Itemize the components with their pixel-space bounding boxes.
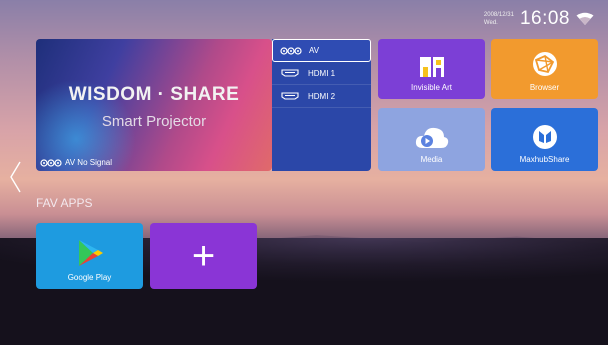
fav-apps-heading: FAV APPS [36, 196, 93, 210]
media-cloud-icon [415, 127, 448, 148]
source-preview-card[interactable]: WISDOM · SHARE Smart Projector AV No Sig… [36, 39, 272, 171]
chevron-left-icon[interactable] [8, 160, 22, 194]
signal-text: AV No Signal [65, 158, 112, 167]
av-icon [280, 46, 302, 55]
hdmi-icon [281, 69, 299, 77]
av-icon [40, 158, 62, 167]
date-block: 2008/12/31 Wed. [484, 11, 514, 27]
hdmi-icon [281, 92, 299, 100]
add-favorite-button[interactable]: + [150, 223, 257, 289]
input-source-list: AV HDMI 1 HDMI 2 [272, 39, 371, 171]
input-label: HDMI 1 [308, 68, 336, 78]
input-label: AV [309, 46, 320, 55]
status-bar: 2008/12/31 Wed. 16:08 [484, 8, 594, 30]
google-play-icon [78, 240, 103, 266]
maxhubshare-icon [532, 125, 557, 149]
invisible-art-icon [419, 57, 444, 77]
app-label: Media [420, 155, 443, 164]
weekday-text: Wed. [483, 20, 498, 26]
hero-title: WISDOM · SHARE [68, 84, 240, 105]
app-maxhubshare[interactable]: MaxhubShare [491, 108, 598, 171]
input-hdmi-1[interactable]: HDMI 1 [272, 62, 371, 85]
clock: 16:08 [519, 8, 570, 29]
input-label: HDMI 2 [308, 91, 336, 101]
app-media[interactable]: Media [378, 108, 485, 171]
app-label: Google Play [67, 273, 112, 282]
input-av[interactable]: AV [272, 39, 371, 62]
app-invisible-art[interactable]: Invisible Art [378, 39, 485, 99]
plus-icon: + [191, 234, 216, 278]
signal-status: AV No Signal [40, 158, 112, 167]
input-hdmi-2[interactable]: HDMI 2 [272, 85, 371, 108]
app-google-play[interactable]: Google Play [36, 223, 143, 289]
hero-subtitle: Smart Projector [101, 113, 207, 130]
app-label: MaxhubShare [519, 155, 570, 164]
browser-icon [532, 52, 557, 76]
app-browser[interactable]: Browser [491, 39, 598, 99]
app-label: Browser [529, 83, 560, 92]
date-text: 2008/12/31 [483, 12, 514, 18]
app-label: Invisible Art [411, 83, 452, 92]
wifi-icon [576, 12, 594, 25]
